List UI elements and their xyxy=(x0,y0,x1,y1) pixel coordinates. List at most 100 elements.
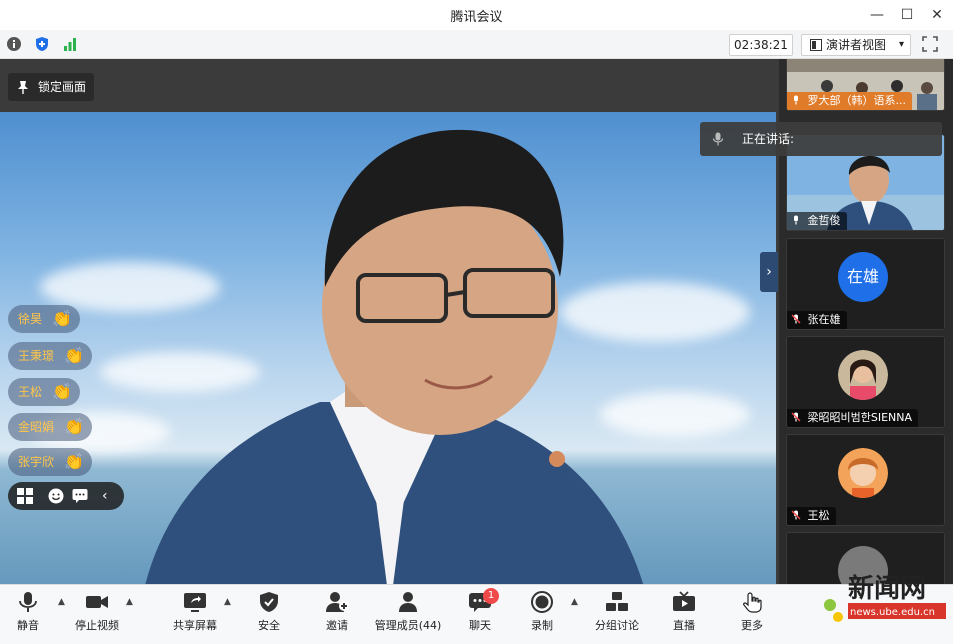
participant-name: 张在雄 xyxy=(807,313,841,326)
participant-tile[interactable]: 在雄 张在雄 xyxy=(786,238,945,330)
microphone-icon xyxy=(19,592,37,612)
reaction-item: 金昭娟 👏 xyxy=(8,413,92,441)
participant-tile[interactable]: 王松 xyxy=(786,434,945,526)
participant-name: 王松 xyxy=(807,509,830,522)
record-button[interactable]: 录制 xyxy=(524,585,560,635)
shield-icon[interactable] xyxy=(34,36,50,52)
chevron-up-icon[interactable]: ▲ xyxy=(571,597,578,607)
clap-hand-icon: 👏 xyxy=(64,346,84,365)
participant-name: 梁昭昭비범한SIENNA xyxy=(807,411,913,424)
maximize-button[interactable]: ☐ xyxy=(896,4,918,26)
more-button[interactable]: 更多 xyxy=(734,585,770,635)
reaction-item: 徐昊 👏 xyxy=(8,305,80,333)
invite-button[interactable]: 邀请 xyxy=(318,585,356,635)
view-selector[interactable]: 演讲者视图 ▾ xyxy=(801,34,911,56)
clap-hand-icon: 👏 xyxy=(52,382,72,401)
reaction-item: 王松 👏 xyxy=(8,378,80,406)
watermark-title: 新闻网 xyxy=(848,573,926,604)
members-icon xyxy=(399,592,417,612)
reaction-name: 徐昊 xyxy=(18,312,43,326)
collapse-left-icon[interactable]: ‹ xyxy=(102,482,108,510)
live-stream-icon xyxy=(673,591,695,611)
emoji-icon[interactable] xyxy=(48,488,64,504)
breakout-rooms-icon xyxy=(606,592,628,611)
reaction-toolbar: ‹ xyxy=(8,482,124,510)
watermark-url: news.ube.edu.cn xyxy=(850,607,935,618)
breakout-button[interactable]: 分组讨论 xyxy=(590,585,644,635)
breakout-label: 分组讨论 xyxy=(595,619,639,632)
camera-icon xyxy=(86,596,108,608)
chat-bubble-icon[interactable] xyxy=(72,488,88,504)
record-icon xyxy=(531,591,553,613)
participant-nametag: 罗大部（韩）语系... xyxy=(787,92,912,110)
participant-nametag: 梁昭昭비범한SIENNA xyxy=(787,409,919,427)
chat-label: 聊天 xyxy=(469,619,491,632)
participant-nametag: 金哲俊 xyxy=(787,212,847,230)
speaking-indicator: 正在讲话: xyxy=(700,122,942,156)
participant-name: 金哲俊 xyxy=(807,214,841,227)
pin-icon xyxy=(18,81,28,94)
main-video-stage: 锁定画面 徐昊 👏 王秉璟 👏 王松 👏 金昭娟 👏 张宇欣 👏 ‹ xyxy=(0,59,779,584)
reaction-name: 金昭娟 xyxy=(18,420,55,434)
mic-muted-icon xyxy=(791,510,801,520)
clap-hand-icon: 👏 xyxy=(52,309,72,328)
mic-icon xyxy=(712,132,724,146)
live-label: 直播 xyxy=(673,619,695,632)
participant-tile[interactable]: 梁昭昭비범한SIENNA xyxy=(786,336,945,428)
info-icon[interactable] xyxy=(6,36,22,52)
chevron-up-icon[interactable]: ▲ xyxy=(58,597,65,607)
add-user-icon xyxy=(326,592,349,612)
participant-nametag: 王松 xyxy=(787,507,836,525)
mute-button[interactable]: 静音 xyxy=(8,585,48,635)
window-title: 腾讯会议 xyxy=(450,10,503,25)
stop-video-label: 停止视频 xyxy=(75,619,119,632)
more-label: 更多 xyxy=(741,619,763,632)
participant-nametag: 张在雄 xyxy=(787,311,847,329)
participant-tile[interactable]: 罗大部（韩）语系... xyxy=(786,59,945,111)
live-button[interactable]: 直播 xyxy=(666,585,702,635)
reaction-item: 王秉璟 👏 xyxy=(8,342,92,370)
chevron-up-icon[interactable]: ▲ xyxy=(126,597,133,607)
avatar xyxy=(838,350,888,400)
speaker-video xyxy=(0,112,776,584)
shield-icon xyxy=(260,592,278,612)
minimize-button[interactable]: — xyxy=(866,4,888,26)
manage-members-button[interactable]: 管理成员(44) xyxy=(370,585,446,635)
manage-members-label: 管理成员(44) xyxy=(374,619,442,632)
share-screen-button[interactable]: 共享屏幕 xyxy=(168,585,222,635)
speaking-label: 正在讲话: xyxy=(742,132,795,146)
mic-muted-icon xyxy=(791,314,801,324)
reaction-name: 张宇欣 xyxy=(18,455,55,469)
clap-hand-icon: 👏 xyxy=(64,452,84,471)
lock-view-button[interactable]: 锁定画面 xyxy=(8,73,94,101)
news-watermark-logo: 新闻网 news.ube.edu.cn xyxy=(824,573,946,622)
avatar: 在雄 xyxy=(838,252,888,302)
chevron-up-icon[interactable]: ▲ xyxy=(224,597,231,607)
reaction-name: 王松 xyxy=(18,385,43,399)
apps-grid-icon[interactable] xyxy=(17,488,33,504)
record-label: 录制 xyxy=(531,619,553,632)
speaker-figure xyxy=(145,129,644,584)
stop-video-button[interactable]: 停止视频 xyxy=(70,585,124,635)
close-button[interactable]: ✕ xyxy=(926,4,948,26)
speaker-view-icon xyxy=(810,39,822,51)
chat-unread-badge: 1 xyxy=(483,588,499,604)
lock-view-label: 锁定画面 xyxy=(38,80,87,94)
fullscreen-icon[interactable] xyxy=(921,35,939,53)
participant-name: 罗大部（韩）语系... xyxy=(807,94,907,107)
security-label: 安全 xyxy=(258,619,280,632)
mute-label: 静音 xyxy=(17,619,39,632)
signal-icon[interactable] xyxy=(62,36,78,52)
title-bar: 腾讯会议 — ☐ ✕ xyxy=(0,0,953,30)
mic-icon xyxy=(794,95,798,105)
meeting-timer: 02:38:21 xyxy=(729,34,793,56)
view-selector-label: 演讲者视图 xyxy=(826,38,887,52)
reaction-item: 张宇欣 👏 xyxy=(8,448,92,476)
mic-muted-icon xyxy=(791,412,801,422)
clap-hand-icon: 👏 xyxy=(64,417,84,436)
share-screen-label: 共享屏幕 xyxy=(173,619,217,632)
panel-collapse-tab[interactable]: › xyxy=(760,252,778,292)
chevron-down-icon: ▾ xyxy=(898,39,904,50)
security-button[interactable]: 安全 xyxy=(250,585,288,635)
reaction-name: 王秉璟 xyxy=(18,349,55,363)
